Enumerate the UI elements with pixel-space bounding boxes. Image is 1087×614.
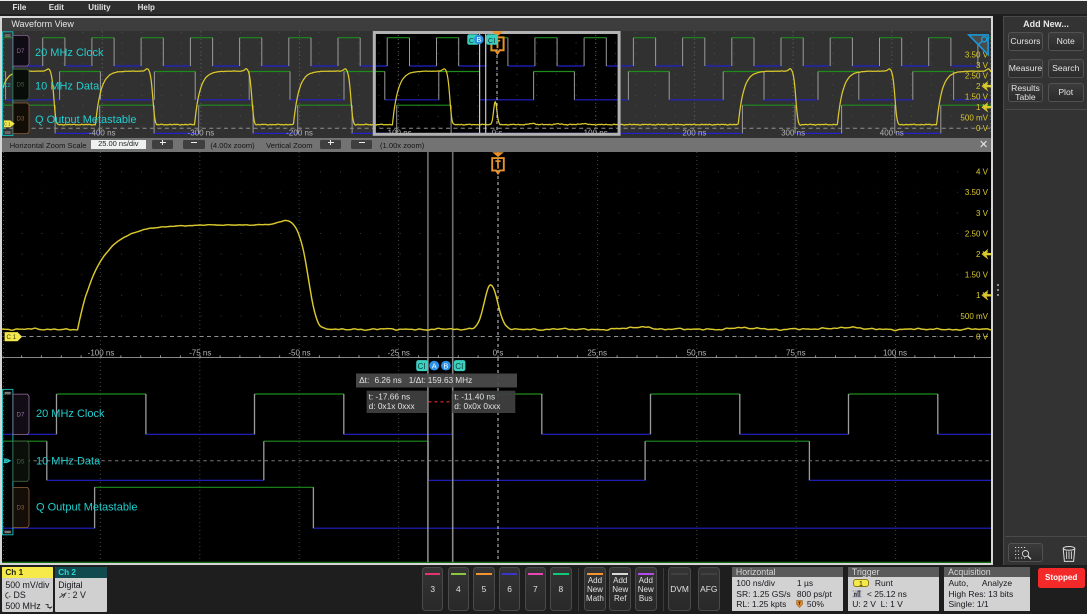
svg-text:C2: C2: [3, 459, 8, 463]
svg-text:100 ns: 100 ns: [584, 128, 608, 137]
svg-text:75 ns: 75 ns: [786, 348, 806, 357]
svg-text:A: A: [432, 361, 437, 370]
svg-text:Q Output Metastable: Q Output Metastable: [35, 114, 137, 126]
svg-text:300 ns: 300 ns: [781, 128, 805, 137]
svg-text:-100 ns: -100 ns: [88, 348, 115, 357]
svg-text:50 ns: 50 ns: [687, 348, 707, 357]
svg-text:D3: D3: [17, 506, 25, 512]
svg-text:-400 ns: -400 ns: [89, 128, 116, 137]
svg-text:4 V: 4 V: [976, 167, 989, 176]
svg-text:CI: CI: [455, 362, 463, 371]
svg-text:200 ns: 200 ns: [682, 128, 706, 137]
svg-text:10 MHz Data: 10 MHz Data: [35, 80, 100, 92]
svg-text:-25 ns: -25 ns: [388, 348, 410, 357]
svg-text:C 1: C 1: [4, 121, 11, 126]
svg-text:100 ns: 100 ns: [883, 348, 907, 357]
svg-text:1.50 V: 1.50 V: [965, 93, 989, 102]
svg-text:20 MHz Clock: 20 MHz Clock: [35, 47, 104, 59]
svg-text:B: B: [476, 37, 481, 44]
svg-text:-50 ns: -50 ns: [288, 348, 310, 357]
svg-text:20 MHz Clock: 20 MHz Clock: [36, 408, 105, 420]
svg-text:2.50 V: 2.50 V: [965, 229, 989, 238]
svg-text:t: -11.40 ns: t: -11.40 ns: [454, 392, 495, 402]
svg-text:2.50 V: 2.50 V: [965, 72, 989, 81]
svg-text:d: 0x1x 0xxx: d: 0x1x 0xxx: [369, 401, 416, 411]
svg-text:D7: D7: [17, 49, 25, 55]
svg-text:10 MHz Data: 10 MHz Data: [36, 456, 101, 468]
svg-text:Δt:6.26 ns1/Δt:159.63MHz: Δt: 6.26 ns 1/Δt: 159.63 MHz: [359, 375, 472, 385]
svg-text:500 mV: 500 mV: [960, 114, 988, 123]
svg-text:500 mV: 500 mV: [960, 311, 988, 320]
svg-text:D5: D5: [17, 83, 25, 89]
svg-text:0 s: 0 s: [493, 348, 504, 357]
svg-text:Q Output Metastable: Q Output Metastable: [36, 502, 138, 514]
svg-text:C2: C2: [3, 83, 11, 89]
svg-text:d: 0x0x 0xxx: d: 0x0x 0xxx: [454, 401, 501, 411]
svg-text:t: -17.66 ns: t: -17.66 ns: [369, 392, 411, 402]
svg-text:1.50 V: 1.50 V: [965, 270, 989, 279]
svg-text:D7: D7: [17, 413, 25, 419]
svg-text:-75 ns: -75 ns: [189, 348, 211, 357]
svg-text:25 ns: 25 ns: [587, 348, 607, 357]
svg-text:C 1: C 1: [6, 333, 16, 340]
svg-text:0 s: 0 s: [492, 128, 503, 137]
svg-text:-100 ns: -100 ns: [385, 128, 412, 137]
svg-text:3 V: 3 V: [976, 61, 989, 70]
svg-text:CI: CI: [418, 362, 426, 371]
svg-text:-300 ns: -300 ns: [188, 128, 215, 137]
svg-text:B: B: [443, 361, 448, 370]
svg-text:400 ns: 400 ns: [880, 128, 904, 137]
svg-text:0 V: 0 V: [976, 124, 989, 133]
svg-text:D5: D5: [17, 459, 25, 465]
svg-text:CI: CI: [488, 36, 496, 45]
svg-text:3 V: 3 V: [976, 208, 989, 217]
svg-text:-200 ns: -200 ns: [286, 128, 313, 137]
svg-text:0 V: 0 V: [976, 332, 989, 341]
svg-text:3.50 V: 3.50 V: [965, 188, 989, 197]
svg-text:D3: D3: [17, 116, 25, 122]
